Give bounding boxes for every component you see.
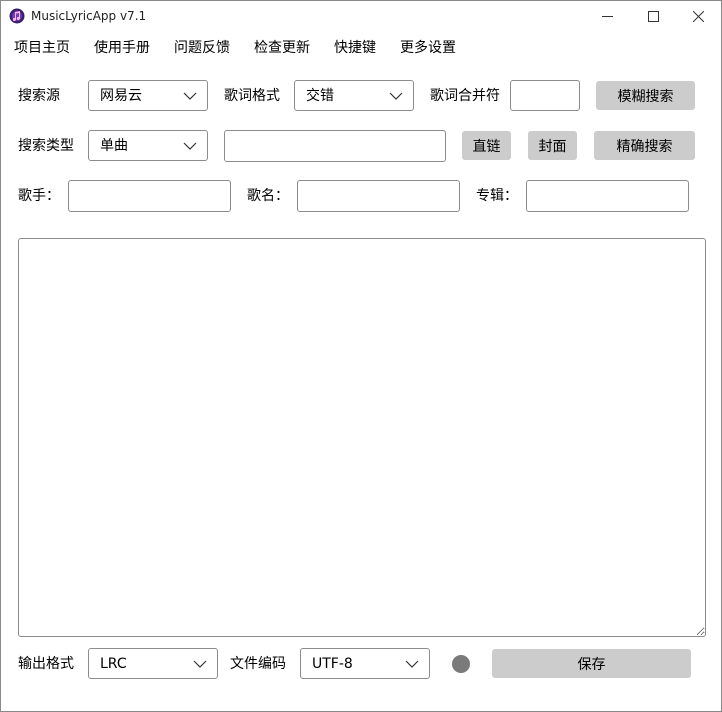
search-type-value: 单曲 <box>100 138 128 154</box>
singer-label: 歌手： <box>18 188 60 204</box>
lyric-format-select[interactable]: 交错 <box>294 80 414 111</box>
direct-link-button[interactable]: 直链 <box>462 131 511 160</box>
menu-item-shortcuts[interactable]: 快捷键 <box>334 38 376 58</box>
maximize-button[interactable] <box>630 1 676 31</box>
menu-item-check-update[interactable]: 检查更新 <box>254 38 310 58</box>
maximize-icon <box>647 10 659 22</box>
output-format-select[interactable]: LRC <box>88 648 218 679</box>
song-field[interactable] <box>297 180 460 212</box>
output-format-value: LRC <box>100 656 127 672</box>
status-indicator <box>452 655 470 673</box>
encoding-value: UTF-8 <box>312 656 353 672</box>
album-label: 专辑： <box>476 188 518 204</box>
app-logo-icon <box>9 8 25 24</box>
output-format-label: 输出格式 <box>18 656 74 672</box>
chevron-down-icon <box>183 92 197 100</box>
title-bar: MusicLyricApp v7.1 <box>1 1 721 33</box>
cover-button[interactable]: 封面 <box>528 131 577 160</box>
search-type-label: 搜索类型 <box>18 138 74 154</box>
minimize-icon <box>601 15 613 17</box>
save-button[interactable]: 保存 <box>492 649 691 678</box>
menu-item-feedback[interactable]: 问题反馈 <box>174 38 230 58</box>
chevron-down-icon <box>405 660 419 668</box>
search-input[interactable] <box>224 130 446 162</box>
chevron-down-icon <box>389 92 403 100</box>
chevron-down-icon <box>193 660 207 668</box>
fuzzy-search-button[interactable]: 模糊搜索 <box>596 81 695 110</box>
exact-search-button[interactable]: 精确搜索 <box>594 131 695 160</box>
close-button[interactable] <box>675 1 721 31</box>
lyrics-textarea[interactable] <box>18 238 706 637</box>
close-icon <box>692 10 704 22</box>
lyric-format-label: 歌词格式 <box>224 88 280 104</box>
search-type-select[interactable]: 单曲 <box>88 130 208 161</box>
minimize-button[interactable] <box>584 1 630 31</box>
search-source-select[interactable]: 网易云 <box>88 80 208 111</box>
search-source-label: 搜索源 <box>18 88 60 104</box>
merge-char-label: 歌词合并符 <box>430 88 500 104</box>
search-source-value: 网易云 <box>100 88 142 104</box>
singer-field[interactable] <box>68 180 231 212</box>
menu-item-more-settings[interactable]: 更多设置 <box>400 38 456 58</box>
window-title: MusicLyricApp v7.1 <box>31 9 147 23</box>
song-label: 歌名： <box>247 188 289 204</box>
encoding-select[interactable]: UTF-8 <box>300 648 430 679</box>
chevron-down-icon <box>183 142 197 150</box>
encoding-label: 文件编码 <box>230 656 286 672</box>
album-field[interactable] <box>526 180 689 212</box>
lyric-format-value: 交错 <box>306 88 334 104</box>
menu-item-manual[interactable]: 使用手册 <box>94 38 150 58</box>
merge-char-input[interactable] <box>510 80 580 111</box>
menu-item-home[interactable]: 项目主页 <box>14 38 70 58</box>
